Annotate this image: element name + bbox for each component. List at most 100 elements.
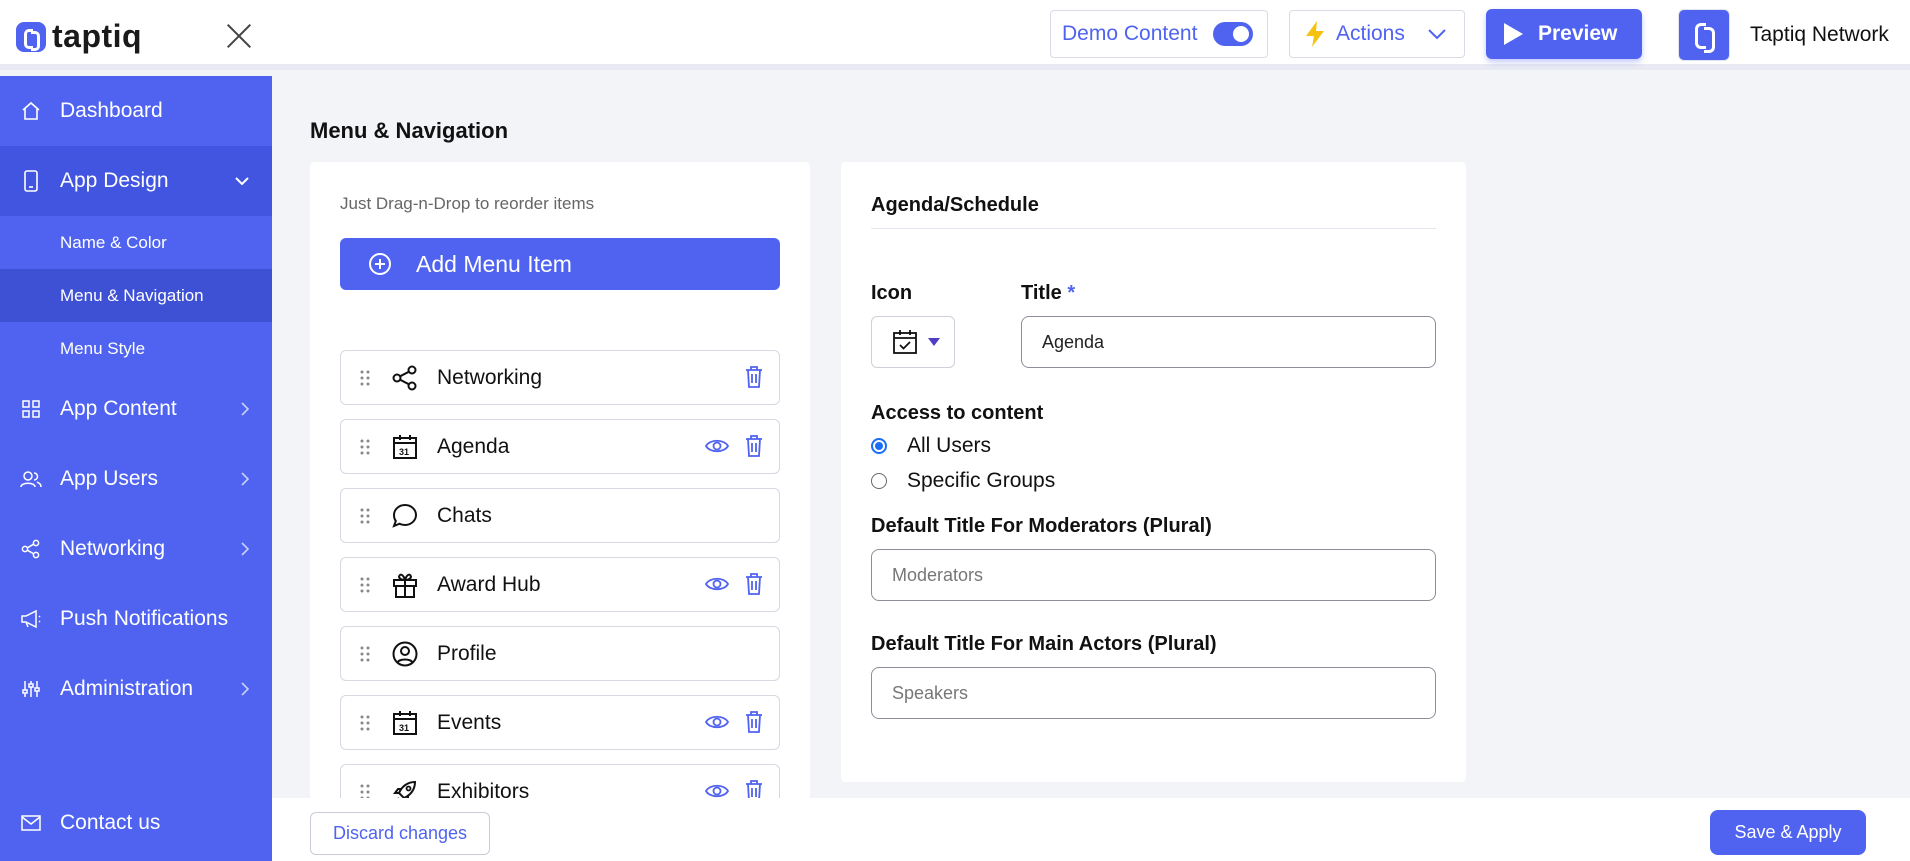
sidebar-item-label: App Design — [60, 169, 169, 192]
drag-handle-icon[interactable] — [359, 507, 371, 525]
discard-changes-button[interactable]: Discard changes — [310, 812, 490, 855]
sidebar-item-label: Networking — [60, 537, 166, 560]
close-icon[interactable] — [224, 20, 254, 50]
chevron-down-icon — [235, 177, 249, 186]
chevron-right-icon — [241, 542, 250, 556]
chevron-right-icon — [241, 402, 250, 416]
menu-item-label: Agenda — [437, 434, 510, 458]
sidebar-item-label: Administration — [60, 677, 194, 700]
access-option-specific-groups[interactable]: Specific Groups — [871, 469, 1055, 493]
sidebar-item-dashboard[interactable]: Dashboard — [0, 76, 272, 146]
menu-item-label: Chats — [437, 503, 492, 527]
menu-item[interactable]: Exhibitors — [340, 764, 780, 802]
drag-handle-icon[interactable] — [359, 714, 371, 732]
gift-icon — [393, 573, 417, 598]
actions-dropdown[interactable]: Actions — [1289, 10, 1465, 58]
drag-handle-icon[interactable] — [359, 576, 371, 594]
eye-icon[interactable] — [705, 575, 729, 593]
menu-item[interactable]: Networking — [340, 350, 780, 405]
sidebar-item-administration[interactable]: Administration — [0, 654, 272, 724]
home-icon — [20, 100, 42, 122]
phone-icon — [20, 170, 42, 192]
required-mark: * — [1067, 282, 1076, 304]
access-label: Access to content — [871, 402, 1044, 424]
eye-icon[interactable] — [705, 713, 729, 731]
sidebar-item-label: Push Notifications — [60, 607, 229, 630]
sidebar-item-app-users[interactable]: App Users — [0, 444, 272, 514]
save-apply-button[interactable]: Save & Apply — [1710, 810, 1866, 855]
moderators-input[interactable]: Moderators — [871, 549, 1436, 601]
sidebar-item-app-content[interactable]: App Content — [0, 374, 272, 444]
preview-button[interactable]: Preview — [1486, 9, 1642, 59]
menu-item-label: Profile — [437, 641, 497, 665]
menu-item-label: Networking — [437, 365, 543, 389]
network-avatar — [1678, 9, 1730, 61]
trash-icon[interactable] — [745, 435, 763, 457]
demo-content-toggle[interactable]: Demo Content — [1050, 10, 1268, 58]
play-icon — [1504, 23, 1523, 45]
trash-icon[interactable] — [745, 711, 763, 733]
trash-icon[interactable] — [745, 366, 763, 388]
menu-item[interactable]: Profile — [340, 626, 780, 681]
svg-text:31: 31 — [399, 447, 409, 457]
eye-icon[interactable] — [705, 437, 729, 455]
user-circle-icon — [392, 641, 418, 667]
sidebar-subitem-menu-navigation[interactable]: Menu & Navigation — [0, 269, 272, 322]
add-menu-item-button[interactable]: Add Menu Item — [340, 238, 780, 290]
page-title: Menu & Navigation — [310, 118, 509, 143]
moderators-label: Default Title For Moderators (Plural) — [871, 515, 1212, 537]
title-label-text: Title — [1021, 282, 1062, 304]
caret-down-icon — [928, 338, 940, 346]
add-menu-item-label: Add Menu Item — [416, 250, 572, 277]
toggle-switch[interactable] — [1213, 22, 1254, 46]
svg-text:31: 31 — [399, 723, 409, 733]
drag-handle-icon[interactable] — [359, 369, 371, 387]
grid-icon — [20, 398, 42, 420]
calendar-icon: 31 — [393, 711, 417, 735]
sidebar-item-push-notifications[interactable]: Push Notifications — [0, 584, 272, 654]
sidebar-subitem-menu-style[interactable]: Menu Style — [0, 322, 272, 375]
drag-handle-icon[interactable] — [359, 645, 371, 663]
sidebar-item-label: App Content — [60, 397, 177, 420]
menu-item-detail-card: Agenda/Schedule Icon Title * Agenda Acce… — [841, 162, 1466, 782]
menu-item[interactable]: 31 Events — [340, 695, 780, 750]
drag-handle-icon[interactable] — [359, 438, 371, 456]
radio-label: All Users — [907, 434, 992, 457]
actors-label: Default Title For Main Actors (Plural) — [871, 633, 1217, 655]
top-bar: taptiq Demo Content Actions Preview Tapt… — [0, 0, 1910, 70]
sidebar: Dashboard App Design Name & Color Menu &… — [0, 76, 272, 861]
menu-list-card: Just Drag-n-Drop to reorder items Add Me… — [310, 162, 810, 802]
share-icon — [20, 538, 42, 560]
section-title: Agenda/Schedule — [871, 194, 1039, 216]
calendar-check-icon — [893, 330, 917, 354]
menu-item[interactable]: Award Hub — [340, 557, 780, 612]
title-label: Title * — [1021, 282, 1075, 305]
sidebar-item-networking[interactable]: Networking — [0, 514, 272, 584]
footer-bar: Discard changes Save & Apply — [272, 798, 1910, 861]
network-switcher[interactable]: Taptiq Network — [1678, 9, 1889, 61]
preview-label: Preview — [1538, 22, 1618, 45]
menu-item[interactable]: Chats — [340, 488, 780, 543]
logo-icon — [16, 21, 46, 52]
radio-button[interactable] — [871, 473, 887, 489]
radio-button[interactable] — [871, 438, 887, 454]
actors-input[interactable]: Speakers — [871, 667, 1436, 719]
brand-logo[interactable]: taptiq — [16, 18, 142, 55]
menu-item-label: Events — [437, 710, 502, 734]
demo-content-label: Demo Content — [1062, 22, 1198, 45]
title-input[interactable]: Agenda — [1021, 316, 1436, 368]
brand-name: taptiq — [52, 18, 143, 54]
icon-picker[interactable] — [871, 316, 955, 368]
chevron-down-icon — [1428, 29, 1446, 40]
sidebar-subitem-name-color[interactable]: Name & Color — [0, 216, 272, 269]
access-option-all-users[interactable]: All Users — [871, 434, 991, 458]
users-icon — [20, 468, 42, 490]
sidebar-item-app-design[interactable]: App Design — [0, 146, 272, 216]
actions-label: Actions — [1336, 22, 1405, 45]
megaphone-icon — [20, 608, 42, 630]
divider — [871, 228, 1436, 229]
sidebar-item-contact-us[interactable]: Contact us — [0, 788, 272, 858]
network-name: Taptiq Network — [1750, 23, 1889, 46]
trash-icon[interactable] — [745, 573, 763, 595]
menu-item[interactable]: 31 Agenda — [340, 419, 780, 474]
